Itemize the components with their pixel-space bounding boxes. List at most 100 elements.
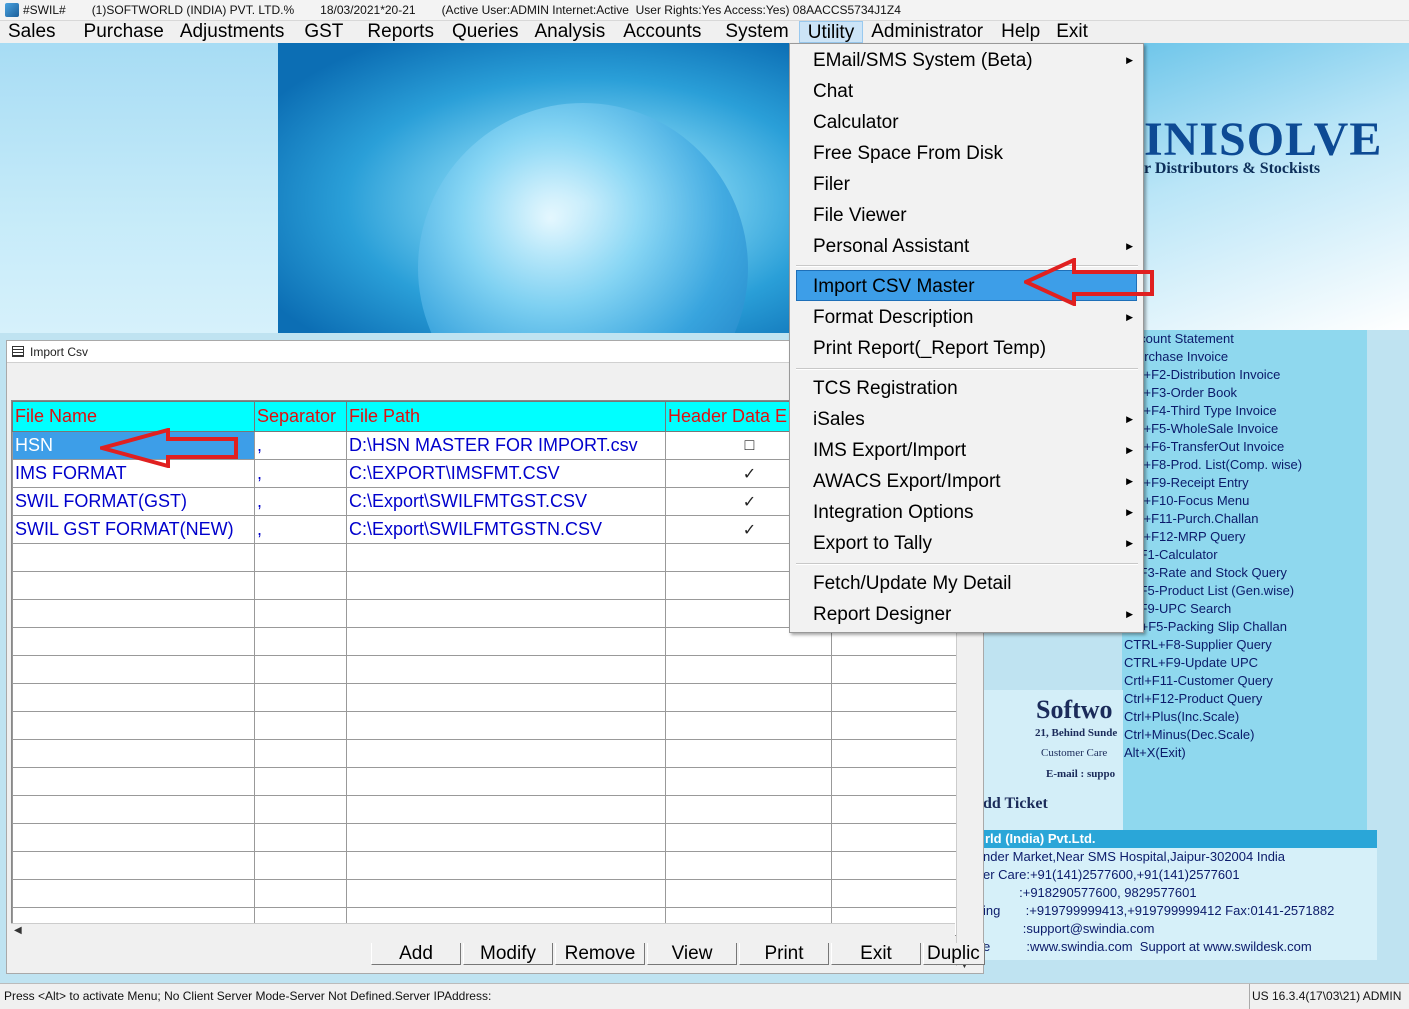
cell[interactable] xyxy=(346,767,666,796)
menu-item-ims-export-import[interactable]: IMS Export/Import ▶ xyxy=(792,435,1141,466)
cell[interactable] xyxy=(12,711,255,740)
cell[interactable] xyxy=(254,627,347,656)
cell-file-path[interactable]: C:\EXPORT\IMSFMT.CSV xyxy=(346,459,666,488)
cell[interactable] xyxy=(665,711,832,740)
menu-item-filer[interactable]: Filer xyxy=(792,169,1141,200)
cell[interactable] xyxy=(831,711,958,740)
menu-reports[interactable]: Reports xyxy=(359,21,442,43)
menu-purchase[interactable]: Purchase xyxy=(76,21,172,43)
cell[interactable] xyxy=(346,655,666,684)
cell-separator[interactable]: , xyxy=(254,515,347,544)
menu-system[interactable]: System xyxy=(717,21,796,43)
table-row-empty[interactable] xyxy=(12,683,970,712)
cell[interactable] xyxy=(254,823,347,852)
menu-sales[interactable]: Sales xyxy=(0,21,64,43)
cell[interactable] xyxy=(346,683,666,712)
cell[interactable] xyxy=(254,599,347,628)
view-button[interactable]: View xyxy=(647,943,737,965)
cell[interactable] xyxy=(346,795,666,824)
menu-item-report-designer[interactable]: Report Designer ▶ xyxy=(792,599,1141,630)
exit-button[interactable]: Exit xyxy=(831,943,921,965)
cell-file-path[interactable]: C:\Export\SWILFMTGST.CSV xyxy=(346,487,666,516)
menu-item-chat[interactable]: Chat xyxy=(792,76,1141,107)
menu-queries[interactable]: Queries xyxy=(444,21,527,43)
menu-adjustments[interactable]: Adjustments xyxy=(172,21,293,43)
cell[interactable] xyxy=(12,823,255,852)
cell[interactable] xyxy=(254,711,347,740)
table-row-empty[interactable] xyxy=(12,655,970,684)
menu-item-file-viewer[interactable]: File Viewer xyxy=(792,200,1141,231)
menu-item-isales[interactable]: iSales ▶ xyxy=(792,404,1141,435)
cell[interactable] xyxy=(346,571,666,600)
cell[interactable] xyxy=(12,879,255,908)
menu-item-calculator[interactable]: Calculator xyxy=(792,107,1141,138)
cell[interactable] xyxy=(254,655,347,684)
cell[interactable] xyxy=(346,739,666,768)
menu-item-export-to-tally[interactable]: Export to Tally ▶ xyxy=(792,528,1141,559)
cell[interactable] xyxy=(12,655,255,684)
col-separator[interactable]: Separator xyxy=(254,401,347,432)
add-button[interactable]: Add xyxy=(371,943,461,965)
cell[interactable] xyxy=(12,599,255,628)
cell-separator[interactable]: , xyxy=(254,459,347,488)
cell[interactable] xyxy=(831,879,958,908)
cell-file-path[interactable]: C:\Export\SWILFMTGSTN.CSV xyxy=(346,515,666,544)
table-row-empty[interactable] xyxy=(12,851,970,880)
menu-item-awacs-export-import[interactable]: AWACS Export/Import ▶ xyxy=(792,466,1141,497)
cell[interactable] xyxy=(12,767,255,796)
cell[interactable] xyxy=(254,571,347,600)
menu-administrator[interactable]: Administrator xyxy=(863,21,991,43)
menu-exit[interactable]: Exit xyxy=(1048,21,1096,43)
scroll-left-icon[interactable]: ◀ xyxy=(14,925,22,936)
menu-accounts[interactable]: Accounts xyxy=(615,21,709,43)
cell[interactable] xyxy=(831,767,958,796)
cell[interactable] xyxy=(831,655,958,684)
remove-button[interactable]: Remove xyxy=(555,943,645,965)
cell[interactable] xyxy=(346,823,666,852)
cell[interactable] xyxy=(831,823,958,852)
cell[interactable] xyxy=(254,739,347,768)
cell[interactable] xyxy=(254,683,347,712)
cell[interactable] xyxy=(346,851,666,880)
cell[interactable] xyxy=(665,851,832,880)
cell[interactable] xyxy=(254,543,347,572)
menu-item-free-space[interactable]: Free Space From Disk xyxy=(792,138,1141,169)
cell[interactable] xyxy=(665,879,832,908)
cell[interactable] xyxy=(12,739,255,768)
table-row-empty[interactable] xyxy=(12,739,970,768)
duplicate-button[interactable]: Duplic xyxy=(923,943,985,965)
cell-file-path[interactable]: D:\HSN MASTER FOR IMPORT.csv xyxy=(346,431,666,460)
table-row-empty[interactable] xyxy=(12,795,970,824)
horizontal-scrollbar[interactable]: ◀ xyxy=(11,923,955,939)
print-button[interactable]: Print xyxy=(739,943,829,965)
cell[interactable] xyxy=(665,655,832,684)
cell[interactable] xyxy=(12,851,255,880)
cell[interactable] xyxy=(346,599,666,628)
menu-item-print-report[interactable]: Print Report(_Report Temp) xyxy=(792,333,1141,364)
cell[interactable] xyxy=(12,543,255,572)
cell[interactable] xyxy=(831,795,958,824)
window-menu-icon[interactable] xyxy=(12,346,24,357)
cell[interactable] xyxy=(12,627,255,656)
menu-gst[interactable]: GST xyxy=(296,21,351,43)
cell[interactable] xyxy=(665,683,832,712)
cell[interactable] xyxy=(346,627,666,656)
cell[interactable] xyxy=(665,739,832,768)
cell[interactable] xyxy=(831,851,958,880)
table-row-empty[interactable] xyxy=(12,879,970,908)
col-file-name[interactable]: File Name xyxy=(12,401,255,432)
cell-file-name[interactable]: SWIL GST FORMAT(NEW) xyxy=(12,515,255,544)
cell[interactable] xyxy=(254,879,347,908)
cell[interactable] xyxy=(346,543,666,572)
table-row-empty[interactable] xyxy=(12,823,970,852)
cell[interactable] xyxy=(254,795,347,824)
cell-separator[interactable]: , xyxy=(254,487,347,516)
cell[interactable] xyxy=(665,795,832,824)
menu-help[interactable]: Help xyxy=(993,21,1048,43)
col-file-path[interactable]: File Path xyxy=(346,401,666,432)
cell[interactable] xyxy=(12,795,255,824)
menu-analysis[interactable]: Analysis xyxy=(526,21,613,43)
menu-item-tcs-registration[interactable]: TCS Registration xyxy=(792,373,1141,404)
cell[interactable] xyxy=(665,767,832,796)
cell[interactable] xyxy=(831,683,958,712)
